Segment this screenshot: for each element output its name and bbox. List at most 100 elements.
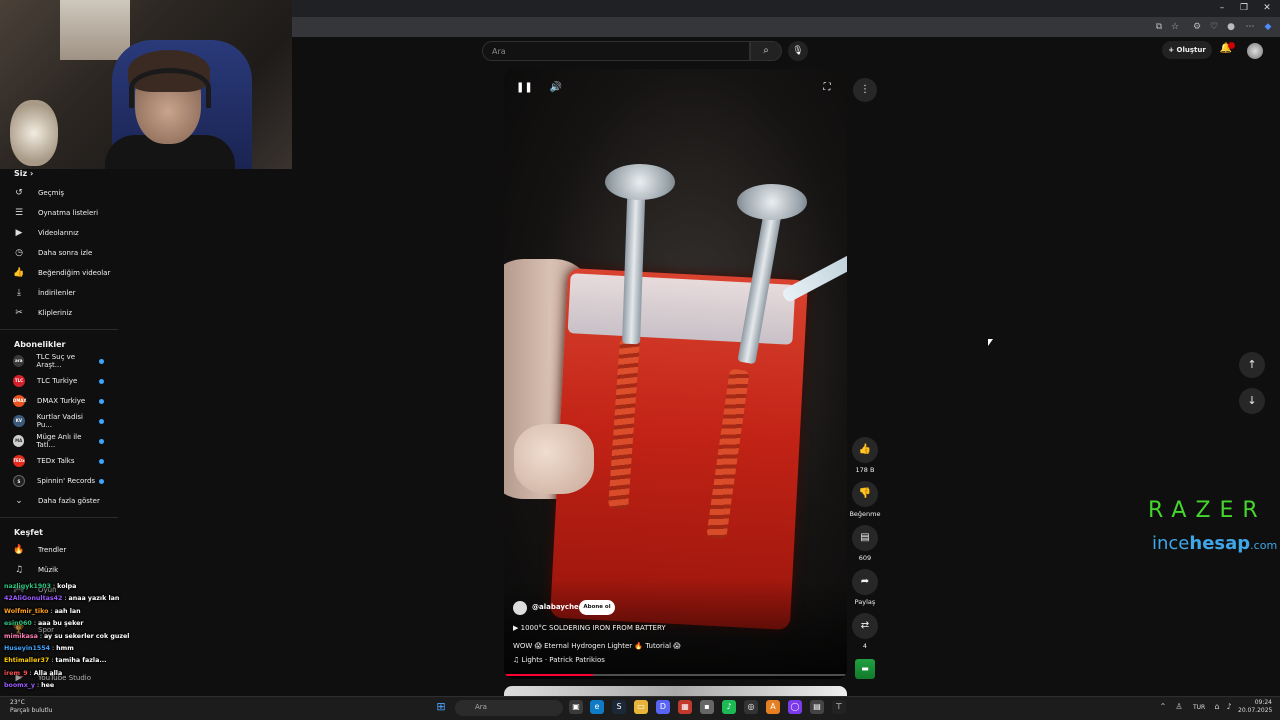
- app-icon[interactable]: ♪: [722, 700, 736, 714]
- watch-later-icon: ◷: [15, 248, 23, 258]
- sidebar-divider: [0, 517, 118, 518]
- network-icon[interactable]: ⌂: [1212, 702, 1222, 711]
- app-icon[interactable]: ⊤: [832, 700, 846, 714]
- sidebar-item-label: TLC Turkiye: [37, 377, 78, 385]
- channel-avatar[interactable]: [513, 601, 527, 615]
- weather-widget[interactable]: 23°C Parçalı bulutlu: [10, 699, 52, 715]
- share-icon[interactable]: ➦: [852, 569, 878, 595]
- chat-username: 42AliGonultas42: [4, 595, 63, 603]
- video-progress-bar[interactable]: [504, 674, 847, 676]
- sidebar-item-label: Geçmiş: [38, 189, 64, 197]
- taskbar-search[interactable]: Ara: [455, 700, 563, 716]
- clips-icon: ✂: [15, 308, 23, 318]
- next-video-button[interactable]: ↓: [1239, 388, 1265, 414]
- sidebar-show-more[interactable]: ⌄ Daha fazla göster: [10, 491, 120, 511]
- sidebar-item-your-videos[interactable]: ▶ Videolarınız: [10, 223, 120, 243]
- windows-start-icon[interactable]: ⊞: [434, 700, 448, 714]
- previous-video-button[interactable]: ↑: [1239, 352, 1265, 378]
- sidebar-item-label: DMAX Turkiye: [37, 397, 86, 405]
- dislike-action[interactable]: 👎 Beğenme: [849, 481, 881, 518]
- fullscreen-icon[interactable]: ⛶: [819, 82, 835, 93]
- share-label: Paylaş: [854, 598, 876, 606]
- sidebar-item-label: Spinnin' Records: [37, 477, 96, 485]
- extensions-icon[interactable]: ⚙: [1190, 21, 1204, 33]
- chat-username: Ehtimaller37: [4, 657, 50, 665]
- video-screw-head: [737, 184, 807, 220]
- app-icon[interactable]: A: [766, 700, 780, 714]
- comments-action[interactable]: ▤ 609: [852, 525, 878, 562]
- taskbar-clock[interactable]: 09:24 20.07.2025: [1238, 699, 1272, 715]
- sidebar-subscription-item[interactable]: TLC TLC Turkiye: [10, 371, 120, 391]
- remix-icon[interactable]: ⇄: [852, 613, 878, 639]
- app-icon[interactable]: ◯: [788, 700, 802, 714]
- language-indicator[interactable]: TUR: [1193, 704, 1205, 711]
- live-indicator: [99, 398, 104, 404]
- sidebar-item-downloads[interactable]: ⤓ İndirilenler: [10, 283, 120, 303]
- like-action[interactable]: 👍 178 B: [852, 437, 878, 474]
- app-icon[interactable]: ▤: [810, 700, 824, 714]
- sidebar-subscription-item[interactable]: DMAX DMAX Turkiye: [10, 391, 120, 411]
- channel-name[interactable]: @alabaychec: [532, 603, 583, 611]
- task-view-icon[interactable]: ▣: [569, 700, 583, 714]
- sidebar-subscription-item[interactable]: S Spinnin' Records: [10, 471, 120, 491]
- app-icon[interactable]: ◎: [744, 700, 758, 714]
- subscribe-button[interactable]: Abone ol: [579, 600, 615, 615]
- volume-icon[interactable]: 🔊: [548, 82, 564, 93]
- sidebar-you-title[interactable]: Siz ›: [14, 169, 33, 178]
- sidebar-item-playlists[interactable]: ☰ Oynatma listeleri: [10, 203, 120, 223]
- search-button[interactable]: ⌕: [750, 41, 782, 61]
- sidebar-subscription-item[interactable]: ara TLC Suç ve Araşt...: [10, 351, 120, 371]
- install-app-icon[interactable]: ⧉: [1152, 21, 1166, 33]
- edge-icon[interactable]: e: [590, 700, 604, 714]
- video-description[interactable]: WOW 😱 Eternal Hydrogen Lighter 🔥 Tutoria…: [513, 642, 681, 650]
- share-action[interactable]: ➦ Paylaş: [852, 569, 878, 606]
- search-input[interactable]: Ara: [482, 41, 750, 61]
- like-icon[interactable]: 👍: [852, 437, 878, 463]
- favorites-icon[interactable]: ♡: [1207, 21, 1221, 33]
- create-button[interactable]: + Oluştur: [1162, 41, 1212, 59]
- maximize-button[interactable]: ❐: [1234, 2, 1254, 14]
- sidebar-item-liked-videos[interactable]: 👍 Beğendiğim videolar: [10, 263, 120, 283]
- live-indicator: [99, 378, 104, 384]
- profile-icon[interactable]: ●: [1224, 21, 1238, 33]
- copilot-icon[interactable]: ◆: [1261, 21, 1275, 33]
- chat-message: Huseyin1554 : hmm: [4, 645, 74, 652]
- sidebar-item-history[interactable]: ↺ Geçmiş: [10, 183, 120, 203]
- browser-address-bar[interactable]: [290, 17, 1280, 37]
- live-indicator: [99, 358, 104, 364]
- sidebar-item-label: Oynatma listeleri: [38, 209, 99, 217]
- steam-icon[interactable]: S: [612, 700, 626, 714]
- minimize-button[interactable]: –: [1212, 2, 1232, 14]
- sidebar-item-trending[interactable]: 🔥 Trendler: [10, 540, 120, 560]
- dislike-icon[interactable]: 👎: [852, 481, 878, 507]
- next-video-peek[interactable]: [504, 686, 847, 696]
- tray-app-icon[interactable]: ♙: [1174, 702, 1184, 711]
- volume-tray-icon[interactable]: ♪: [1224, 702, 1234, 711]
- shorts-video-player[interactable]: ❚❚ 🔊 ⛶ @alabaychec Abone ol ▶ 1000°C SOL…: [504, 69, 847, 679]
- sound-thumbnail[interactable]: ▬: [855, 659, 875, 679]
- close-window-button[interactable]: ✕: [1257, 2, 1277, 14]
- more-options-icon[interactable]: ⋮: [853, 78, 877, 102]
- app-icon[interactable]: ▦: [678, 700, 692, 714]
- sidebar-item-clips[interactable]: ✂ Klipleriniz: [10, 303, 120, 323]
- comment-icon[interactable]: ▤: [852, 525, 878, 551]
- chat-text: ay su sekerler cok guzel: [44, 632, 130, 640]
- app-icon[interactable]: ▪: [700, 700, 714, 714]
- file-explorer-icon[interactable]: ▭: [634, 700, 648, 714]
- account-avatar[interactable]: [1247, 43, 1263, 59]
- sidebar-subscription-item[interactable]: TEDx TEDx Talks: [10, 451, 120, 471]
- remix-action[interactable]: ⇄ 4: [852, 613, 878, 650]
- sidebar-item-music[interactable]: ♫ Müzik: [10, 560, 120, 580]
- discord-icon[interactable]: D: [656, 700, 670, 714]
- linked-video[interactable]: ▶ 1000°C SOLDERING IRON FROM BATTERY: [513, 624, 666, 632]
- sidebar-item-watch-later[interactable]: ◷ Daha sonra izle: [10, 243, 120, 263]
- tray-overflow-icon[interactable]: ⌃: [1158, 702, 1168, 711]
- sidebar-subscription-item[interactable]: KV Kurtlar Vadisi Pu...: [10, 411, 120, 431]
- music-line[interactable]: ♫ Lights · Patrick Patrikios: [513, 656, 605, 664]
- voice-search-button[interactable]: 🎙: [788, 41, 808, 61]
- linked-video-title: 1000°C SOLDERING IRON FROM BATTERY: [520, 624, 666, 632]
- bookmark-star-icon[interactable]: ☆: [1168, 21, 1182, 33]
- browser-menu-icon[interactable]: ⋯: [1243, 21, 1257, 33]
- sidebar-subscription-item[interactable]: MA Müge Anlı ile Tatl...: [10, 431, 120, 451]
- pause-icon[interactable]: ❚❚: [516, 82, 533, 93]
